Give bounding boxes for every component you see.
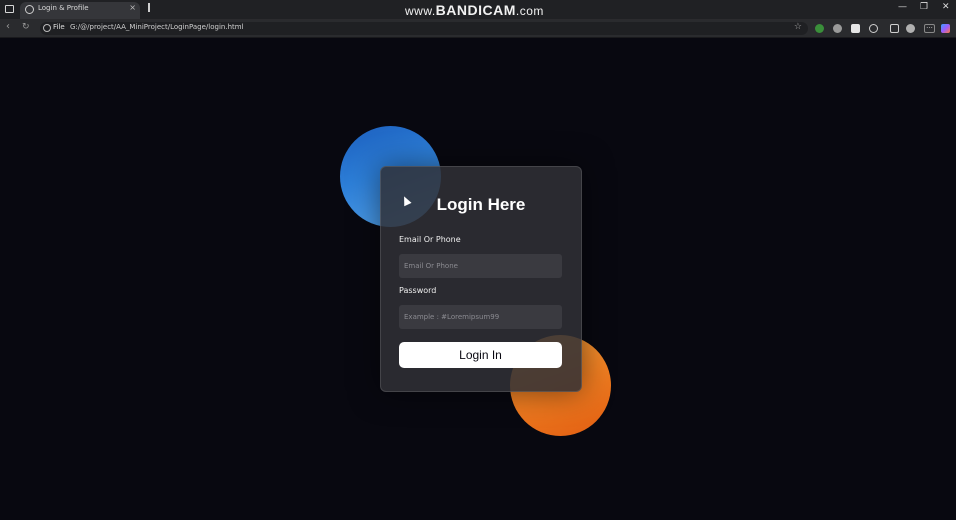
url-scheme-label: File: [53, 23, 65, 31]
login-button[interactable]: Login In: [399, 342, 562, 368]
password-label: Password: [399, 286, 437, 295]
globe-icon: [25, 5, 34, 14]
browser-toolbar: ‹ ↻ File G:/@/project/AA_MiniProject/Log…: [0, 20, 956, 38]
tab-actions-icon[interactable]: [5, 5, 14, 13]
login-title: Login Here: [436, 195, 526, 214]
restore-button[interactable]: ❐: [920, 2, 928, 12]
reload-icon[interactable]: ↻: [22, 22, 30, 32]
tab-title: Login & Profile: [38, 4, 89, 12]
back-icon[interactable]: ‹: [6, 21, 10, 32]
browser-tab-bar: Login & Profile × www.BANDICAM.com — ❐ ✕: [0, 0, 956, 20]
page-viewport: Login Here Email Or Phone Password Login…: [0, 38, 956, 520]
bandicam-watermark: www.BANDICAM.com: [405, 2, 544, 18]
watermark-www: www.: [405, 4, 436, 18]
minimize-button[interactable]: —: [898, 2, 907, 12]
address-bar[interactable]: File G:/@/project/AA_MiniProject/LoginPa…: [40, 22, 808, 35]
profile-avatar[interactable]: [906, 24, 915, 33]
more-menu-icon[interactable]: ···: [924, 24, 935, 33]
tab-close-icon[interactable]: ×: [129, 3, 136, 12]
favorites-icon[interactable]: [890, 24, 899, 33]
watermark-tld: .com: [515, 4, 544, 18]
password-input[interactable]: [399, 305, 562, 329]
new-tab-icon[interactable]: [148, 3, 150, 12]
bookmark-star-icon[interactable]: ☆: [794, 22, 802, 32]
extension-icon[interactable]: [869, 24, 878, 33]
email-input[interactable]: [399, 254, 562, 278]
copilot-icon[interactable]: [941, 24, 950, 33]
browser-tab[interactable]: Login & Profile ×: [20, 2, 140, 19]
watermark-brand: BANDICAM: [435, 2, 516, 18]
extension-icon[interactable]: [815, 24, 824, 33]
site-info-icon[interactable]: [43, 24, 51, 32]
extension-icon[interactable]: [851, 24, 860, 33]
window-close-button[interactable]: ✕: [942, 2, 950, 12]
extension-icon[interactable]: [833, 24, 842, 33]
url-text[interactable]: G:/@/project/AA_MiniProject/LoginPage/lo…: [70, 23, 244, 31]
email-label: Email Or Phone: [399, 235, 461, 244]
